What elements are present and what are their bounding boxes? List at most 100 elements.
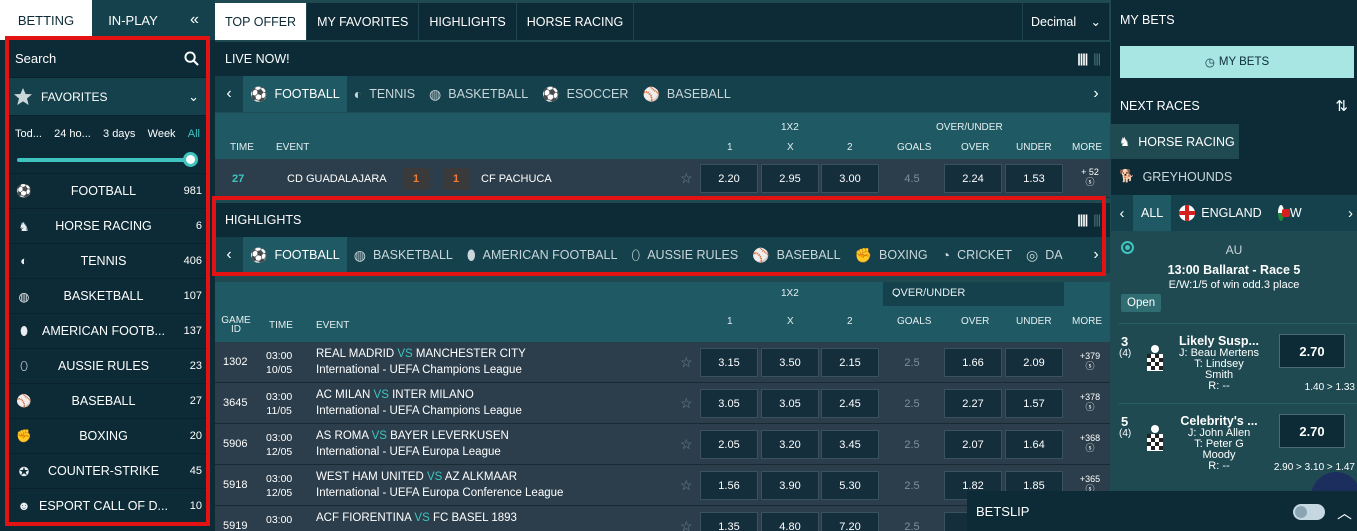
table-row[interactable]: 27 CD GUADALAJARA 1 1 CF PACHUCA ☆ 2.20 … [215,159,1110,198]
list-view-icon[interactable]: |||| [1077,213,1088,227]
odds-button-2[interactable]: 3.45 [821,430,879,459]
tab-boxing[interactable]: ✊ BOXING [848,237,935,273]
chevron-left-icon[interactable]: ‹ [215,246,243,264]
runner-odds-button[interactable]: 2.70 [1279,414,1345,448]
tab-cricket[interactable]: ◔ CRICKET [935,237,1019,273]
sidebar-item-aussie-rules[interactable]: ⬯ AUSSIE RULES 23 [9,349,206,384]
odds-button-1[interactable]: 2.20 [700,164,758,193]
time-option-3days[interactable]: 3 days [103,128,135,140]
more-markets[interactable]: +378 ⓢ [1078,392,1102,412]
grid-view-icon[interactable]: ||| [1093,213,1101,227]
sidebar-item-tennis[interactable]: ◐ TENNIS 406 [9,244,206,279]
star-icon[interactable]: ☆ [680,518,693,531]
sort-icon[interactable]: ⇅ [1335,97,1348,115]
tab-my-favorites[interactable]: MY FAVORITES [307,3,420,40]
betslip-bar[interactable]: BETSLIP ︿ [967,491,1357,531]
tab-aussie-rules[interactable]: ⬯ AUSSIE RULES [624,237,745,273]
tab-top-offer[interactable]: TOP OFFER [215,3,308,40]
sidebar-item-esport-call-of-d[interactable]: ☻ ESPORT CALL OF D... 10 [9,489,206,522]
time-slider-track[interactable] [17,158,194,162]
double-chevron-left-icon[interactable]: « [174,0,215,40]
list-view-icon[interactable]: |||| [1077,52,1088,66]
search-input[interactable]: Search [9,40,206,78]
odds-button-under[interactable]: 1.57 [1005,389,1063,418]
more-markets[interactable]: +379 ⓢ [1078,351,1102,371]
odds-button-x[interactable]: 3.90 [761,471,819,500]
chevron-up-icon[interactable]: ︿ [1337,502,1352,523]
sidebar-item-horse-racing[interactable]: ♞ HORSE RACING 6 [9,209,206,244]
time-option-week[interactable]: Week [148,128,176,140]
race-type-horse-racing[interactable]: ♞ HORSE RACING [1111,124,1239,159]
search-icon[interactable] [184,51,199,66]
country-all[interactable]: ALL [1133,195,1172,231]
odds-button-over[interactable]: 2.07 [944,430,1002,459]
country-england[interactable]: ENGLAND [1171,195,1269,231]
tab-highlights[interactable]: HIGHLIGHTS [419,3,517,40]
country-wales[interactable]: W [1270,195,1302,231]
time-option-all[interactable]: All [188,128,200,140]
odds-button-under[interactable]: 1.64 [1005,430,1063,459]
odds-button-over[interactable]: 2.27 [944,389,1002,418]
race-type-greyhounds[interactable]: 🐕 GREYHOUNDS [1111,159,1357,194]
my-bets-button[interactable]: ◷ MY BETS [1120,46,1354,78]
chevron-right-icon[interactable]: › [1348,205,1353,222]
betslip-toggle[interactable] [1293,504,1325,520]
sidebar-item-basketball[interactable]: ◍ BASKETBALL 107 [9,279,206,314]
chevron-left-icon[interactable]: ‹ [1111,205,1133,222]
odds-button-2[interactable]: 3.00 [821,164,879,193]
odds-button-x[interactable]: 3.05 [761,389,819,418]
chevron-left-icon[interactable]: ‹ [215,85,243,103]
odds-button-2[interactable]: 5.30 [821,471,879,500]
chevron-right-icon[interactable]: › [1082,85,1110,103]
favorites-dropdown[interactable]: FAVORITES ⌄ [9,78,206,116]
sidebar-item-american-footb[interactable]: ⬮ AMERICAN FOOTB... 137 [9,314,206,349]
grid-view-icon[interactable]: ||| [1093,52,1101,66]
tab-esoccer[interactable]: ⚽ ESOCCER [535,76,635,112]
table-row[interactable]: 3645 03:00 11/05 AC MILAN VS INTER MILANO… [215,383,1110,424]
tab-football[interactable]: ⚽ FOOTBALL [243,237,347,273]
star-icon[interactable]: ☆ [680,170,693,187]
more-markets[interactable]: + 52 ⓢ [1078,167,1102,187]
market-select[interactable]: OVER/UNDER ⌄ [883,282,1064,306]
tab-tennis[interactable]: ◐ TENNIS [347,76,422,112]
odds-button-under[interactable]: 1.53 [1005,164,1063,193]
odds-button-1[interactable]: 3.05 [700,389,758,418]
odds-button-1[interactable]: 2.05 [700,430,758,459]
odds-format-select[interactable]: Decimal ⌄ [1022,3,1110,40]
odds-button-x[interactable]: 2.95 [761,164,819,193]
tab-baseball[interactable]: ⚾ BASEBALL [635,76,737,112]
more-markets[interactable]: +368 ⓢ [1078,433,1102,453]
odds-button-x[interactable]: 4.80 [761,512,819,531]
time-option-today[interactable]: Tod... [15,128,42,140]
time-slider-handle[interactable] [183,152,198,167]
sidebar-item-boxing[interactable]: ✊ BOXING 20 [9,419,206,454]
star-icon[interactable]: ☆ [680,354,693,371]
odds-button-1[interactable]: 1.35 [700,512,758,531]
odds-button-x[interactable]: 3.20 [761,430,819,459]
tab-baseball[interactable]: ⚾ BASEBALL [745,237,847,273]
time-option-24h[interactable]: 24 ho... [54,128,91,140]
odds-button-1[interactable]: 1.56 [700,471,758,500]
odds-button-x[interactable]: 3.50 [761,348,819,377]
odds-button-under[interactable]: 2.09 [1005,348,1063,377]
sidebar-item-baseball[interactable]: ⚾ BASEBALL 27 [9,384,206,419]
time-filter[interactable]: Tod... 24 ho... 3 days Week All [9,116,206,174]
sidebar-item-football[interactable]: ⚽ FOOTBALL 981 [9,174,206,209]
star-icon[interactable]: ☆ [680,395,693,412]
odds-button-over[interactable]: 2.24 [944,164,1002,193]
tab-football[interactable]: ⚽ FOOTBALL [243,76,347,112]
odds-button-over[interactable]: 1.66 [944,348,1002,377]
runner-odds-button[interactable]: 2.70 [1279,334,1345,368]
odds-button-2[interactable]: 2.45 [821,389,879,418]
tab-in-play[interactable]: IN-PLAY [92,0,174,40]
odds-button-2[interactable]: 7.20 [821,512,879,531]
odds-button-1[interactable]: 3.15 [700,348,758,377]
odds-button-2[interactable]: 2.15 [821,348,879,377]
table-row[interactable]: 1302 03:00 10/05 REAL MADRID VS MANCHESTE… [215,342,1110,383]
tab-basketball[interactable]: ◍ BASKETBALL [422,76,535,112]
chevron-right-icon[interactable]: › [1082,246,1110,264]
table-row[interactable]: 5906 03:00 12/05 AS ROMA VS BAYER LEVERKU… [215,424,1110,465]
tab-basketball[interactable]: ◍ BASKETBALL [347,237,460,273]
tab-american-football[interactable]: ⬮ AMERICAN FOOTBALL [460,237,625,273]
tab-horse-racing[interactable]: HORSE RACING [517,3,635,40]
